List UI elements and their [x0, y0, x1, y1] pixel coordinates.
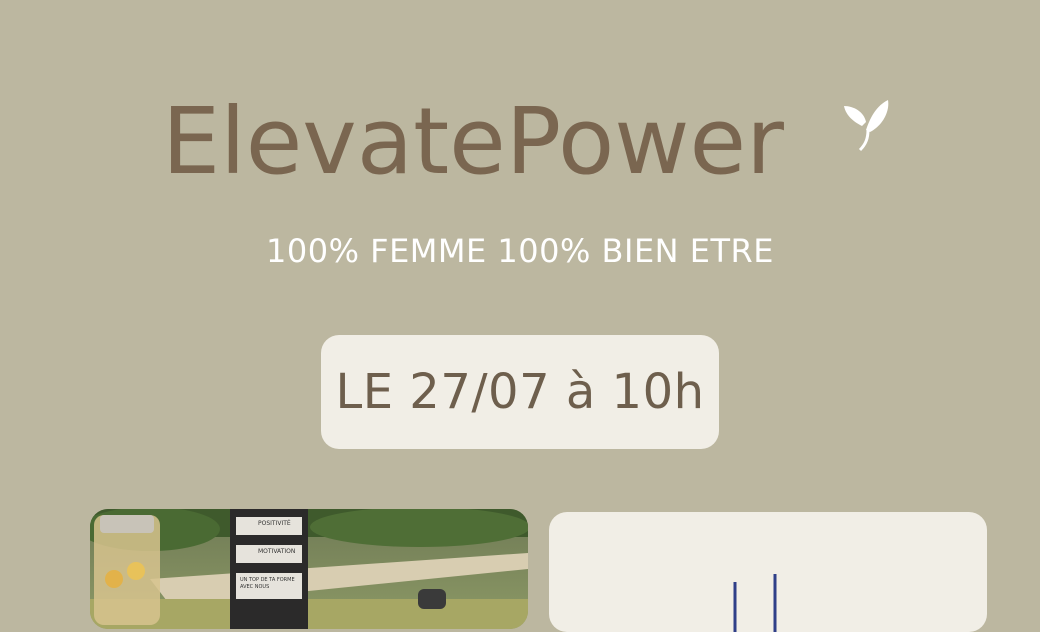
brand-logo-text: ElevatePower [162, 88, 784, 195]
info-card [549, 512, 987, 632]
banner-line: MOTIVATION [258, 548, 296, 555]
park-scene-image [90, 509, 528, 629]
event-date-text: LE 27/07 à 10h [335, 364, 705, 420]
event-date-badge: LE 27/07 à 10h [321, 335, 719, 449]
banner-line: POSITIVITÉ [258, 520, 291, 527]
event-photo: POSITIVITÉ MOTIVATION UN TOP DE TA FORME… [90, 509, 528, 629]
leaf-icon [844, 100, 889, 152]
card-illustration [733, 574, 777, 632]
banner-line: UN TOP DE TA FORME AVEC NOUS [240, 577, 295, 590]
tagline: 100% FEMME 100% BIEN ETRE [266, 232, 774, 270]
